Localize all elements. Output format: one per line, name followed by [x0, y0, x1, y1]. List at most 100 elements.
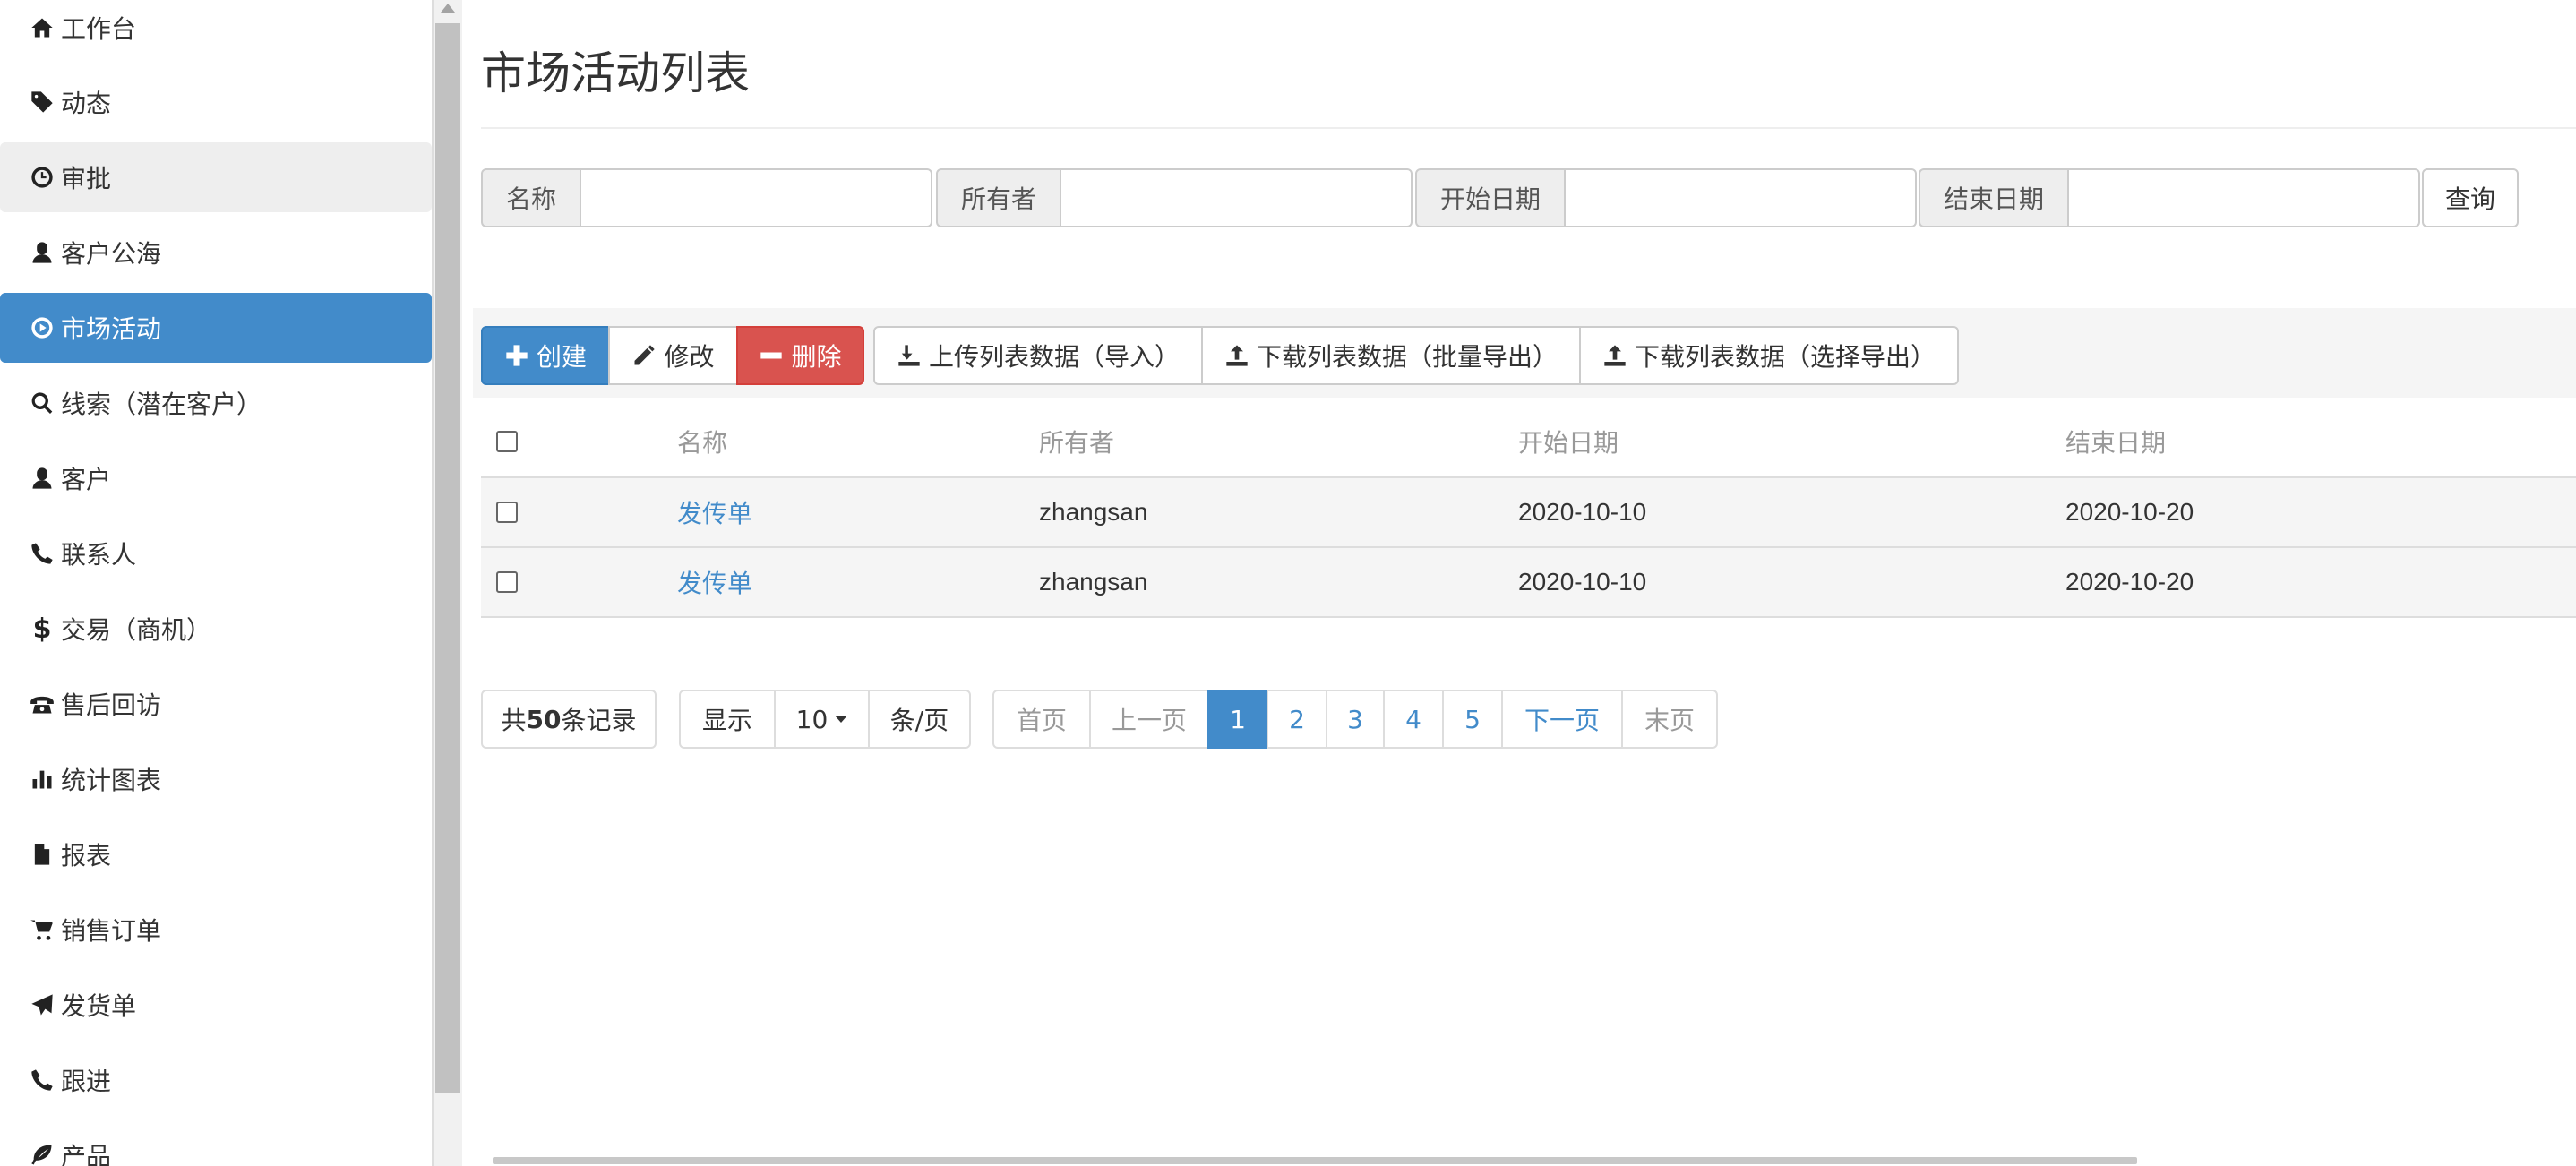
edit-button[interactable]: 修改 [608, 326, 738, 385]
end-date-filter: 结束日期 [1919, 168, 2421, 227]
owner-input[interactable] [1061, 168, 1413, 227]
export-all-button[interactable]: 下载列表数据（批量导出） [1201, 326, 1581, 385]
page-1-button[interactable]: 1 [1207, 690, 1268, 749]
delete-label: 删除 [791, 342, 842, 372]
leaf-icon [27, 1140, 57, 1166]
search-icon [27, 388, 57, 418]
import-label: 上传列表数据（导入） [928, 342, 1180, 372]
sidebar-item-statistics[interactable]: 统计图表 [0, 744, 432, 814]
export-all-label: 下载列表数据（批量导出） [1256, 342, 1558, 372]
sidebar-item-label: 售后回访 [61, 690, 162, 720]
sidebar-item-label: 报表 [61, 841, 112, 870]
sidebar-item-label: 客户 [61, 465, 112, 494]
activity-name-link[interactable]: 发传单 [677, 548, 752, 616]
horizontal-scrollbar[interactable] [493, 1157, 2137, 1164]
owner-filter: 所有者 [936, 168, 1413, 227]
scrollbar-thumb[interactable] [435, 23, 460, 1093]
sidebar-item-label: 市场活动 [61, 314, 162, 344]
sidebar-item-label: 审批 [61, 164, 112, 193]
clock-icon [27, 162, 57, 193]
owner-cell: zhangsan [1039, 498, 1148, 526]
shopping-cart-icon [27, 914, 57, 945]
total-suffix: 条记录 [561, 706, 637, 735]
page-5-button[interactable]: 5 [1442, 690, 1503, 749]
page-size-dropdown[interactable]: 10 [774, 690, 870, 749]
table-row: 发传单 zhangsan 2020-10-10 2020-10-20 [481, 548, 2576, 618]
sidebar-item-label: 统计图表 [61, 766, 162, 795]
name-input[interactable] [581, 168, 933, 227]
total-records: 共 50 条记录 [481, 690, 657, 749]
sidebar-item-market-activity[interactable]: 市场活动 [0, 293, 432, 363]
last-page-button[interactable]: 末页 [1621, 690, 1718, 749]
sidebar-item-sales-orders[interactable]: 销售订单 [0, 895, 432, 965]
name-filter-label: 名称 [481, 168, 582, 227]
sidebar-item-activity[interactable]: 动态 [0, 67, 432, 137]
export-selected-button[interactable]: 下载列表数据（选择导出） [1579, 326, 1959, 385]
sidebar-item-products[interactable]: 产品 [0, 1120, 432, 1166]
phone-icon [27, 1065, 57, 1095]
tag-icon [27, 87, 57, 117]
query-button[interactable]: 查询 [2422, 168, 2519, 227]
end-date-input[interactable] [2069, 168, 2421, 227]
sidebar-item-label: 销售订单 [61, 916, 162, 946]
header-start-date[interactable]: 开始日期 [1518, 407, 1619, 476]
sidebar-item-label: 工作台 [61, 14, 137, 44]
sidebar-item-workbench[interactable]: 工作台 [0, 0, 432, 63]
end-date-cell: 2020-10-20 [2065, 498, 2194, 526]
activity-name-link[interactable]: 发传单 [677, 478, 752, 546]
minus-icon [760, 352, 783, 359]
export-icon [1604, 345, 1626, 366]
sidebar-item-delivery[interactable]: 发货单 [0, 970, 432, 1040]
sidebar-item-followup[interactable]: 跟进 [0, 1045, 432, 1115]
sidebar-item-label: 跟进 [61, 1067, 112, 1096]
end-date-label: 结束日期 [1919, 168, 2070, 227]
select-all-checkbox-cell [496, 407, 518, 476]
next-page-button[interactable]: 下一页 [1501, 690, 1623, 749]
name-filter: 名称 [481, 168, 933, 227]
phone-alt-icon [27, 689, 57, 719]
select-all-checkbox[interactable] [496, 431, 518, 452]
sidebar-item-approval[interactable]: 审批 [0, 142, 432, 212]
phone-icon [27, 538, 57, 569]
import-button[interactable]: 上传列表数据（导入） [873, 326, 1203, 385]
create-button[interactable]: 创建 [481, 326, 610, 385]
sidebar-item-customer-pool[interactable]: 客户公海 [0, 218, 432, 287]
total-prefix: 共 [501, 706, 527, 735]
sidebar-item-leads[interactable]: 线索（潜在客户） [0, 368, 432, 438]
header-name[interactable]: 名称 [677, 407, 727, 476]
create-label: 创建 [536, 342, 587, 372]
start-date-label: 开始日期 [1415, 168, 1567, 227]
import-icon [898, 345, 920, 366]
dollar-icon: $ [32, 613, 52, 645]
sidebar-item-reports[interactable]: 报表 [0, 819, 432, 889]
header-end-date[interactable]: 结束日期 [2065, 407, 2166, 476]
scroll-up-arrow-icon[interactable] [441, 4, 455, 13]
page-size-value: 10 [795, 704, 829, 734]
edit-label: 修改 [664, 342, 715, 372]
sidebar-item-after-sales[interactable]: 售后回访 [0, 669, 432, 739]
row-checkbox[interactable] [496, 502, 518, 523]
total-count: 50 [526, 704, 562, 734]
play-circle-icon [27, 313, 57, 343]
start-date-input[interactable] [1566, 168, 1918, 227]
first-page-button[interactable]: 首页 [992, 690, 1091, 749]
row-checkbox[interactable] [496, 571, 518, 593]
sidebar-item-contacts[interactable]: 联系人 [0, 519, 432, 588]
export-selected-label: 下载列表数据（选择导出） [1634, 342, 1936, 372]
page-4-button[interactable]: 4 [1383, 690, 1444, 749]
start-date-cell: 2020-10-10 [1518, 498, 1647, 526]
page-2-button[interactable]: 2 [1267, 690, 1327, 749]
sidebar-item-deals[interactable]: $ 交易（商机） [0, 594, 432, 664]
owner-filter-label: 所有者 [936, 168, 1062, 227]
header-owner[interactable]: 所有者 [1039, 407, 1114, 476]
vertical-scrollbar[interactable] [434, 0, 462, 1166]
delete-button[interactable]: 删除 [736, 326, 864, 385]
show-label: 显示 [679, 690, 776, 749]
prev-page-button[interactable]: 上一页 [1089, 690, 1209, 749]
sidebar-item-label: 动态 [61, 89, 112, 118]
sidebar-item-customers[interactable]: 客户 [0, 443, 432, 513]
table-row: 发传单 zhangsan 2020-10-10 2020-10-20 [481, 478, 2576, 548]
page-3-button[interactable]: 3 [1326, 690, 1385, 749]
file-icon [27, 839, 57, 870]
start-date-cell: 2020-10-10 [1518, 568, 1647, 596]
